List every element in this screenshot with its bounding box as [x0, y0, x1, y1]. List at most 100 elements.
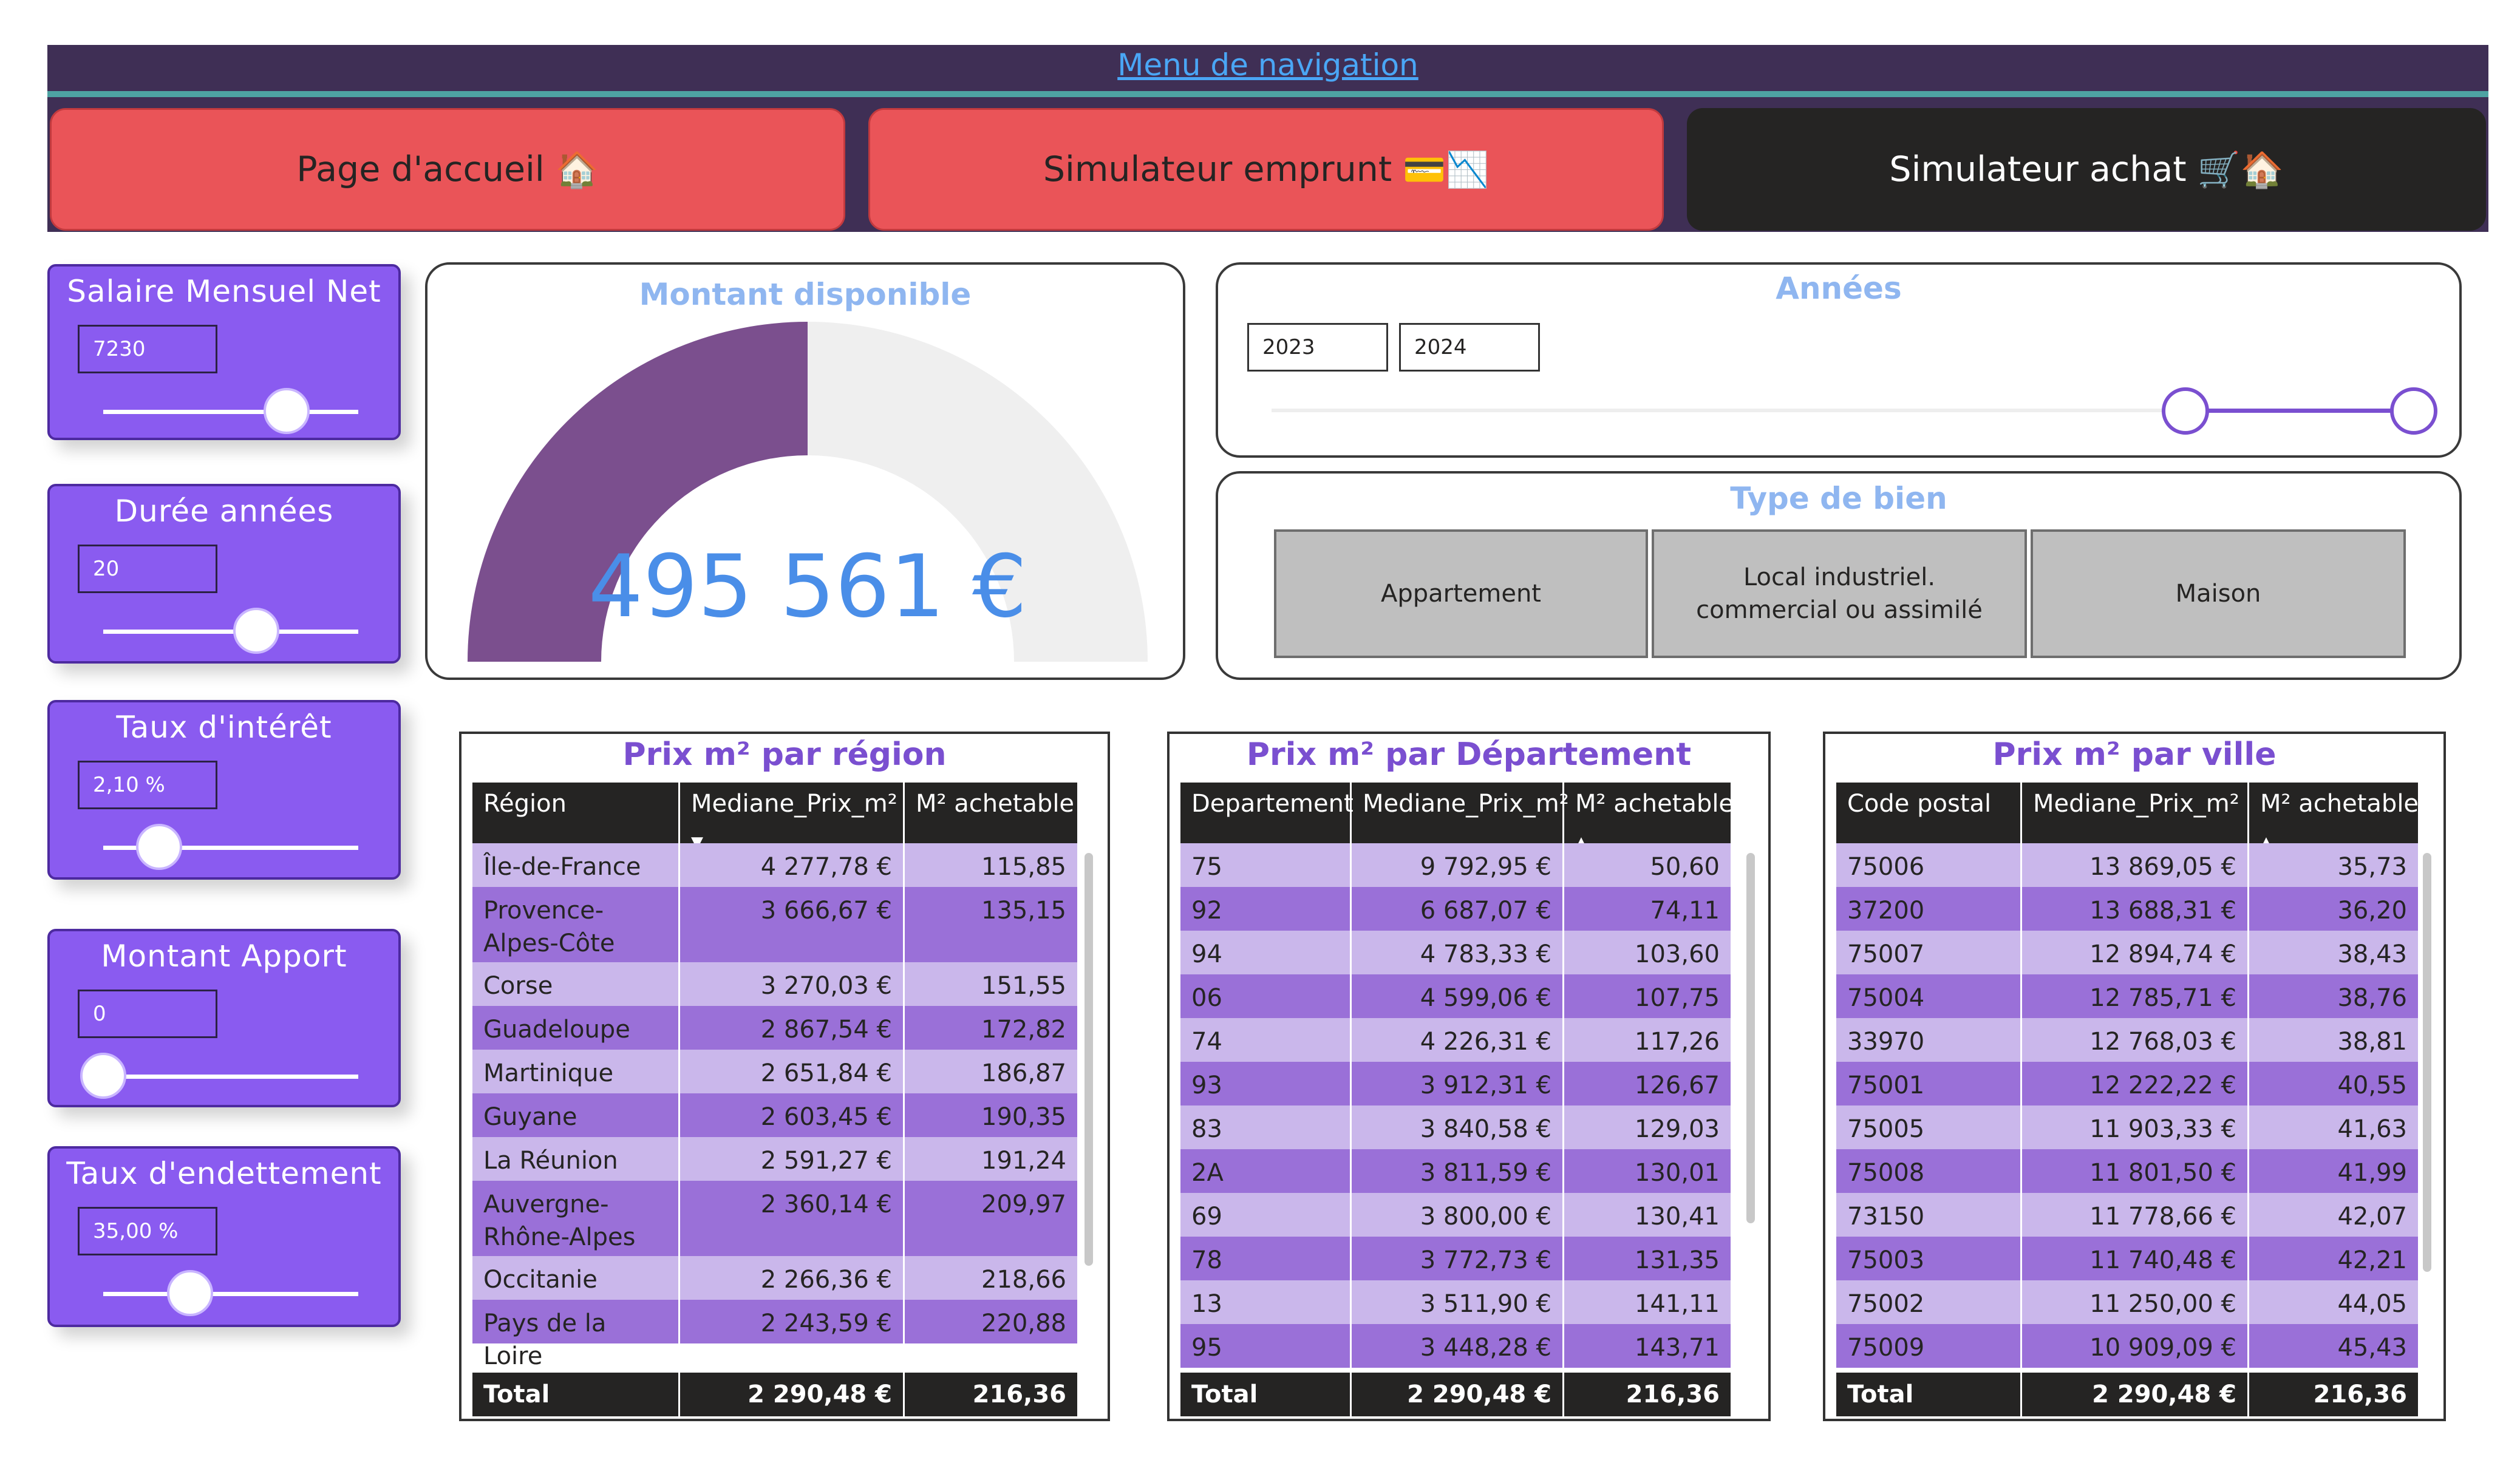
table-cell: 74,11	[1650, 897, 1720, 925]
type-local-button[interactable]: Local industriel. commercial ou assimilé	[1652, 529, 2027, 658]
slider-handle[interactable]	[264, 388, 310, 434]
table-row[interactable]: 78 3 772,73 € 131,35	[1180, 1237, 1731, 1280]
year-to-input[interactable]: 2024	[1399, 323, 1540, 372]
slicer-title: Salaire Mensuel Net	[67, 274, 381, 309]
years-slider-handle-end[interactable]	[2390, 387, 2437, 435]
table-cell: 2 266,36 €	[680, 1256, 905, 1300]
table-scrollbar[interactable]	[1085, 853, 1093, 1266]
slider-handle[interactable]	[136, 824, 183, 870]
table-header: Région Mediane_Prix_m² ▼ M² achetable	[472, 783, 1077, 852]
table-cell: 35,73	[2337, 853, 2407, 881]
column-header[interactable]: Mediane_Prix_m²	[2022, 783, 2249, 843]
slider-handle[interactable]	[233, 608, 279, 654]
table-row[interactable]: 13 3 511,90 € 141,11	[1180, 1280, 1731, 1324]
table-cell: Martinique	[472, 1050, 680, 1093]
purchase-simulator-button[interactable]: Simulateur achat 🛒🏠	[1687, 108, 2486, 231]
table-row[interactable]: 75008 11 801,50 € 41,99	[1836, 1149, 2418, 1193]
table-cell: 3 270,03 €	[680, 962, 905, 1006]
table-cell: 107,75	[1635, 984, 1720, 1012]
table-row[interactable]: Pays de la Loire 2 243,59 € 220,88	[472, 1300, 1077, 1370]
table-row[interactable]: 75002 11 250,00 € 44,05	[1836, 1280, 2418, 1324]
taux-interet-input[interactable]: 2,10 %	[78, 761, 217, 809]
slider-track[interactable]	[103, 630, 358, 634]
table-row[interactable]: 75006 13 869,05 € 35,73	[1836, 843, 2418, 887]
table-row[interactable]: 95 3 448,28 € 143,71	[1180, 1324, 1731, 1368]
column-header-sorted[interactable]: M² achetable ▲	[2249, 783, 2419, 852]
years-slider-range[interactable]	[2186, 409, 2414, 413]
duree-input[interactable]: 20	[78, 545, 217, 593]
table-row[interactable]: 06 4 599,06 € 107,75	[1180, 974, 1731, 1018]
table-row[interactable]: 94 4 783,33 € 103,60	[1180, 931, 1731, 974]
table-row[interactable]: 75005 11 903,33 € 41,63	[1836, 1105, 2418, 1149]
column-header[interactable]: Mediane_Prix_m²	[1352, 783, 1569, 843]
slider-track[interactable]	[103, 410, 358, 414]
table-cell: 33970	[1836, 1018, 2022, 1062]
table-row[interactable]: 75004 12 785,71 € 38,76	[1836, 974, 2418, 1018]
table-row[interactable]: Guyane 2 603,45 € 190,35	[472, 1093, 1077, 1137]
table-cell: 190,35	[981, 1103, 1066, 1131]
year-from-input[interactable]: 2023	[1247, 323, 1388, 372]
column-header[interactable]: Région	[472, 783, 680, 843]
table-cell: 75002	[1836, 1280, 2022, 1324]
years-slider-handle-start[interactable]	[2162, 387, 2209, 435]
column-header-sorted[interactable]: M² achetable ▲	[1564, 783, 1734, 852]
salaire-input[interactable]: 7230	[78, 325, 217, 373]
slider-handle[interactable]	[80, 1053, 126, 1099]
table-row[interactable]: 74 4 226,31 € 117,26	[1180, 1018, 1731, 1062]
table-row[interactable]: Corse 3 270,03 € 151,55	[472, 962, 1077, 1006]
table-row[interactable]: Martinique 2 651,84 € 186,87	[472, 1050, 1077, 1093]
type-appartement-button[interactable]: Appartement	[1274, 529, 1648, 658]
endettement-input[interactable]: 35,00 %	[78, 1207, 217, 1255]
table-cell: 40,55	[2337, 1072, 2407, 1099]
table-row[interactable]: 75003 11 740,48 € 42,21	[1836, 1237, 2418, 1280]
table-row[interactable]: La Réunion 2 591,27 € 191,24	[472, 1137, 1077, 1181]
table-row[interactable]: Guadeloupe 2 867,54 € 172,82	[472, 1006, 1077, 1050]
table-cell: 38,81	[2337, 1028, 2407, 1056]
nav-title[interactable]: Menu de navigation	[47, 47, 2488, 83]
table-row[interactable]: Provence-Alpes-Côte d'Azur3 666,67 € 135,…	[472, 887, 1077, 990]
table-scrollbar[interactable]	[2423, 853, 2431, 1272]
table-cell: 10 909,09 €	[2022, 1324, 2249, 1368]
table-row[interactable]: Auvergne-Rhône-Alpes 2 360,14 € 209,97	[472, 1181, 1077, 1256]
table-row[interactable]: 92 6 687,07 € 74,11	[1180, 887, 1731, 931]
slider-track[interactable]	[103, 1292, 358, 1296]
loan-simulator-button[interactable]: Simulateur emprunt 💳📉	[868, 108, 1664, 231]
table-cell: 3 448,28 €	[1352, 1324, 1564, 1368]
total-median: 2 290,48 €	[1352, 1373, 1564, 1416]
table-row[interactable]: 33970 12 768,03 € 38,81	[1836, 1018, 2418, 1062]
column-header[interactable]: M² achetable	[905, 783, 1077, 843]
table-cell: 130,41	[1635, 1203, 1720, 1231]
table-row[interactable]: Occitanie 2 266,36 € 218,66	[472, 1256, 1077, 1300]
table-row[interactable]: 75009 10 909,09 € 45,43	[1836, 1324, 2418, 1368]
type-maison-button[interactable]: Maison	[2031, 529, 2406, 658]
table-scrollbar[interactable]	[1746, 853, 1755, 1223]
table-row[interactable]: 75001 12 222,22 € 40,55	[1836, 1062, 2418, 1105]
table-cell: 11 801,50 €	[2022, 1149, 2249, 1193]
column-header-sorted[interactable]: Mediane_Prix_m² ▼	[680, 783, 905, 852]
column-header[interactable]: Code postal	[1836, 783, 2022, 843]
region-table: Prix m² par région Région Mediane_Prix_m…	[459, 732, 1110, 1421]
table-row[interactable]: Île-de-France 4 277,78 € 115,85	[472, 843, 1077, 887]
table-cell: 41,63	[2337, 1115, 2407, 1143]
table-cell: 117,26	[1635, 1028, 1720, 1056]
slider-track[interactable]	[103, 1075, 358, 1079]
table-cell: 4 783,33 €	[1352, 931, 1564, 974]
slicer-duree: Durée années 20	[47, 484, 401, 664]
table-row[interactable]: 73150 11 778,66 € 42,07	[1836, 1193, 2418, 1237]
table-row[interactable]: 69 3 800,00 € 130,41	[1180, 1193, 1731, 1237]
table-cell: 12 768,03 €	[2022, 1018, 2249, 1062]
table-cell: 11 740,48 €	[2022, 1237, 2249, 1280]
apport-input[interactable]: 0	[78, 990, 217, 1038]
table-row[interactable]: 2A 3 811,59 € 130,01	[1180, 1149, 1731, 1193]
total-label: Total	[1180, 1373, 1352, 1416]
slider-handle[interactable]	[166, 1270, 213, 1316]
table-row[interactable]: 75007 12 894,74 € 38,43	[1836, 931, 2418, 974]
table-body: 75006 13 869,05 € 35,73 37200 13 688,31 € 36,…	[1836, 843, 2418, 1374]
column-header[interactable]: Departement	[1180, 783, 1354, 843]
table-row[interactable]: 37200 13 688,31 € 36,20	[1836, 887, 2418, 931]
table-row[interactable]: 83 3 840,58 € 129,03	[1180, 1105, 1731, 1149]
table-row[interactable]: 75 9 792,95 € 50,60	[1180, 843, 1731, 887]
table-row[interactable]: 93 3 912,31 € 126,67	[1180, 1062, 1731, 1105]
gauge-value: 495 561 €	[588, 537, 1027, 637]
home-page-button[interactable]: Page d'accueil 🏠	[50, 108, 845, 231]
